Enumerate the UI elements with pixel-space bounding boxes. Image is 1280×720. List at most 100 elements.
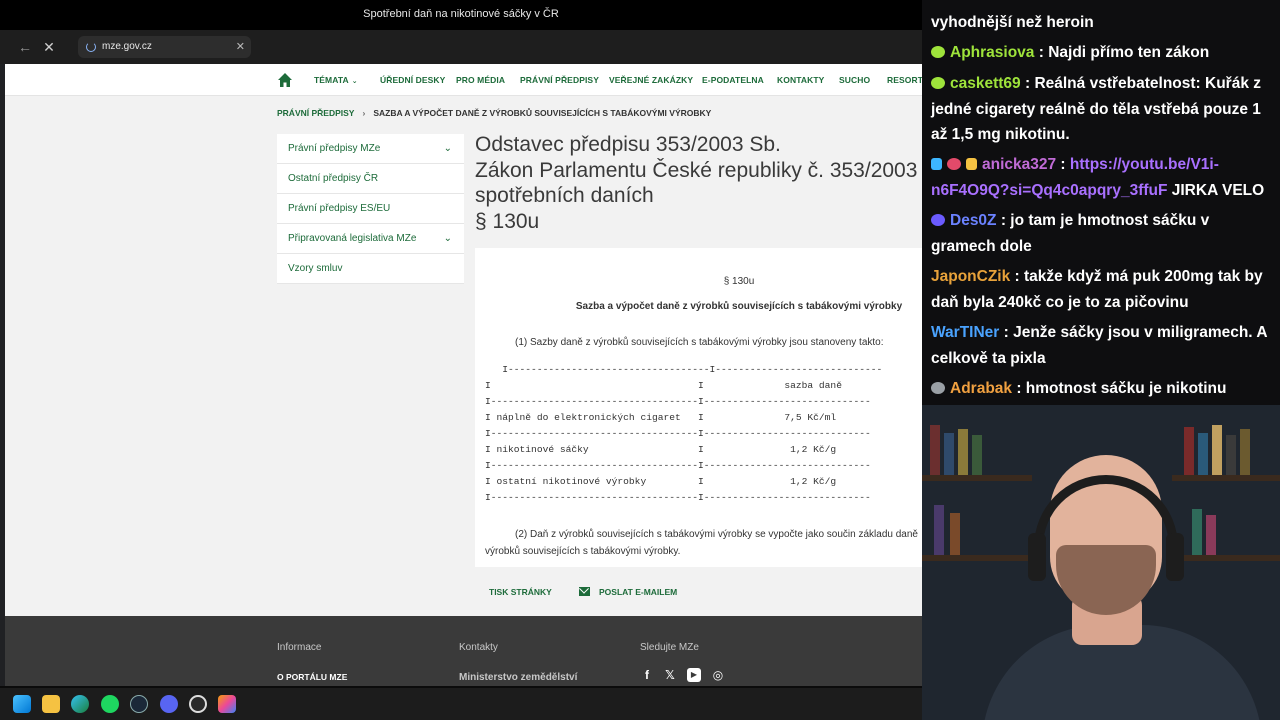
footer-ministry[interactable]: Ministerstvo zemědělství <box>459 672 577 683</box>
book <box>934 505 944 555</box>
book <box>1192 509 1202 555</box>
book <box>1240 429 1250 475</box>
crown-badge-icon <box>966 158 977 170</box>
chevron-down-icon[interactable]: ⌄ <box>444 134 452 164</box>
book <box>958 429 968 475</box>
heading-line: § 130u <box>475 209 540 233</box>
breadcrumb: PRÁVNÍ PŘEDPISY › SAZBA A VÝPOČET DANĚ Z V… <box>277 108 711 122</box>
footer-heading-info: Informace <box>277 642 322 653</box>
chat-username[interactable]: Adrabak <box>950 380 1012 397</box>
obs-icon[interactable] <box>189 695 207 713</box>
heading-line: Zákon Parlamentu České republiky č. 353/… <box>475 158 918 182</box>
chat-message: caskett69 : Reálná vstřebatelnost: Kuřák… <box>931 75 1261 143</box>
chat-username[interactable]: Aphrasiova <box>950 44 1034 61</box>
chat-message: WarTINer : Jenže sáčky jsou v miligramec… <box>931 324 1267 367</box>
breadcrumb-link[interactable]: PRÁVNÍ PŘEDPISY <box>277 108 354 118</box>
chat-username[interactable]: JaponCZik <box>931 268 1010 285</box>
mail-icon[interactable] <box>579 587 590 596</box>
address-url: mze.gov.cz <box>102 41 152 52</box>
page-title: Odstavec předpisu 353/2003 Sb. Zákon Par… <box>475 132 922 234</box>
side-menu: Právní předpisy MZe ⌄ Ostatní předpisy ČR… <box>277 134 464 284</box>
stop-loading-icon[interactable]: ✕ <box>40 38 58 56</box>
nav-item-resortni[interactable]: RESORTN <box>887 64 922 96</box>
nav-item-pro-media[interactable]: PRO MÉDIA <box>456 64 505 96</box>
paragraph-2: (2) Daň z výrobků souvisejících s tabáko… <box>485 529 918 557</box>
chevron-down-icon: ⌄ <box>351 78 358 85</box>
loading-spinner-icon <box>86 42 96 52</box>
webcam-feed <box>922 405 1280 720</box>
tax-rate-table: I-----------------------------------I---… <box>485 364 883 503</box>
facebook-icon[interactable]: f <box>640 668 654 682</box>
headset-earcup <box>1028 533 1046 581</box>
discord-icon[interactable] <box>160 695 178 713</box>
side-item-predpisy-es-eu[interactable]: Právní předpisy ES/EU <box>277 194 464 224</box>
instagram-icon[interactable]: ◎ <box>711 668 725 682</box>
book <box>1184 427 1194 475</box>
steam-icon[interactable] <box>130 695 148 713</box>
nav-item-uredni-desky[interactable]: ÚŘEDNÍ DESKY <box>380 64 445 96</box>
headset-earcup <box>1166 533 1184 581</box>
nav-item-verejne-zakazky[interactable]: VEŘEJNÉ ZAKÁZKY <box>609 64 693 96</box>
chat-username[interactable]: WarTINer <box>931 324 999 341</box>
chat-username[interactable]: anicka327 <box>982 156 1056 173</box>
chevron-down-icon[interactable]: ⌄ <box>444 224 452 254</box>
chat-username[interactable]: Des0Z <box>950 212 997 229</box>
user-badge-icon <box>931 77 945 89</box>
windows-start-icon[interactable] <box>13 695 31 713</box>
bookshelf <box>1172 475 1280 481</box>
nav-item-e-podatelna[interactable]: E-PODATELNA <box>702 64 764 96</box>
footer-link-about[interactable]: O PORTÁLU MZE <box>277 672 347 682</box>
book <box>1226 435 1236 475</box>
book <box>972 435 982 475</box>
book <box>944 433 954 475</box>
bookshelf <box>1172 555 1280 561</box>
footer-heading-follow: Sledujte MZe <box>640 642 699 653</box>
chat-panel: vyhodnější než heroin Aphrasiova : Najdi… <box>922 0 1280 405</box>
side-item-ostatni-predpisy[interactable]: Ostatní předpisy ČR <box>277 164 464 194</box>
youtube-icon[interactable]: ▶ <box>687 668 701 682</box>
print-page-link[interactable]: TISK STRÁNKY <box>489 587 552 597</box>
chat-username[interactable]: caskett69 <box>950 75 1021 92</box>
address-close-icon[interactable]: ✕ <box>236 36 245 58</box>
taskbar <box>0 688 922 720</box>
paragraph-title: Sazba a výpočet daně z výrobků souvisejí… <box>575 301 903 312</box>
nav-item-temata[interactable]: TÉMATA ⌄ <box>314 64 358 96</box>
nav-item-kontakty[interactable]: KONTAKTY <box>777 64 824 96</box>
spotify-icon[interactable] <box>101 695 119 713</box>
nav-item-sucho[interactable]: SUCHO <box>839 64 870 96</box>
bookshelf <box>922 555 1032 561</box>
side-item-pripravovana-legislativa[interactable]: Připravovaná legislativa MZe ⌄ <box>277 224 464 254</box>
screen: Spotřební daň na nikotinové sáčky v ČR ←… <box>0 0 1280 720</box>
side-item-pravni-predpisy-mze[interactable]: Právní předpisy MZe ⌄ <box>277 134 464 164</box>
chat-message: Des0Z : jo tam je hmotnost sáčku v grame… <box>931 212 1210 255</box>
x-twitter-icon[interactable]: 𝕏 <box>663 668 677 682</box>
home-icon[interactable] <box>277 72 293 88</box>
heading-line: Odstavec předpisu 353/2003 Sb. <box>475 133 781 156</box>
document-body: § 130u Sazba a výpočet daně z výrobků so… <box>475 248 922 567</box>
gem-badge-icon <box>947 158 961 170</box>
paragraph-number: § 130u <box>723 276 755 287</box>
nav-item-pravni-predpisy[interactable]: PRÁVNÍ PŘEDPISY <box>520 64 599 96</box>
bookshelf <box>922 475 1032 481</box>
copilot-icon[interactable] <box>218 695 236 713</box>
user-badge-icon <box>931 46 945 58</box>
cube-badge-icon <box>931 158 942 170</box>
edge-icon[interactable] <box>71 695 89 713</box>
window-title: Spotřební daň na nikotinové sáčky v ČR <box>0 0 922 30</box>
paragraph-1: (1) Sazby daně z výrobků souvisejících s… <box>515 337 884 348</box>
page-footer: Informace O PORTÁLU MZE Kontakty Ministe… <box>5 616 922 686</box>
file-explorer-icon[interactable] <box>42 695 60 713</box>
breadcrumb-current: SAZBA A VÝPOČET DANĚ Z VÝROBKŮ SOUVISEJÍ… <box>373 108 712 118</box>
chat-message: Adrabak : hmotnost sáčku je nikotinu <box>931 376 1276 402</box>
chat-message: anicka327 : https://youtu.be/V1i-n6F4O9Q… <box>931 156 1265 199</box>
book <box>1206 515 1216 555</box>
browser-window: Spotřební daň na nikotinové sáčky v ČR ←… <box>0 0 922 686</box>
browser-toolbar: ← ✕ mze.gov.cz ✕ <box>0 30 922 64</box>
book <box>950 513 960 555</box>
footer-heading-contacts: Kontakty <box>459 642 498 653</box>
address-bar[interactable]: mze.gov.cz ✕ <box>78 36 251 58</box>
back-arrow-icon[interactable]: ← <box>16 38 34 56</box>
side-item-vzory-smluv[interactable]: Vzory smluv <box>277 254 464 284</box>
send-email-link[interactable]: POSLAT E-MAILEM <box>599 587 677 597</box>
book <box>1198 433 1208 475</box>
